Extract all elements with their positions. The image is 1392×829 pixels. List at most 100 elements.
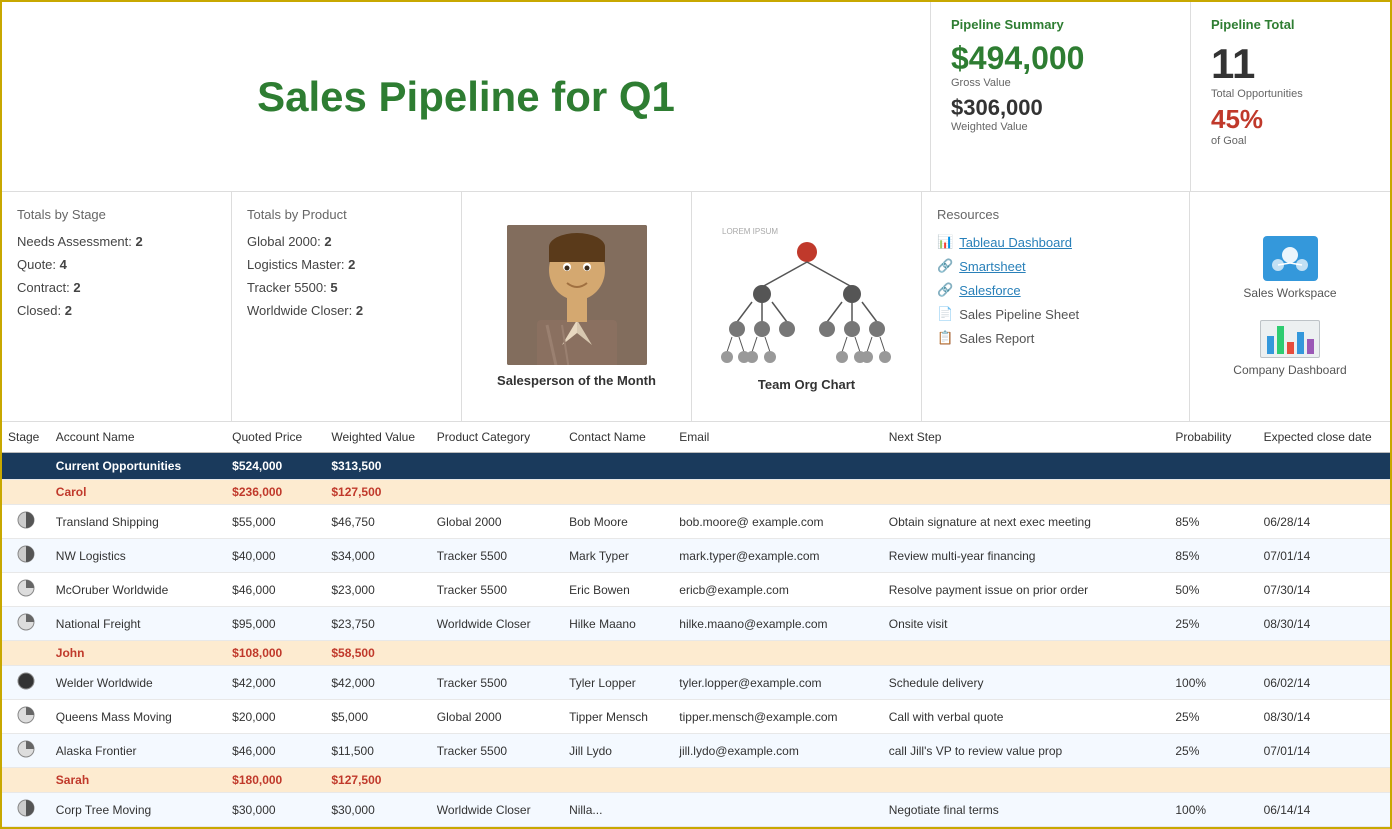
table-row: McOruber Worldwide $46,000 $23,000 Track… <box>2 573 1390 607</box>
row-account: Queens Mass Moving <box>50 700 226 734</box>
row-nextstep: Schedule delivery <box>883 666 1170 700</box>
salesforce-link[interactable]: Salesforce <box>959 283 1020 298</box>
row-product: Tracker 5500 <box>431 539 563 573</box>
row-email: bob.moore@ example.com <box>673 505 882 539</box>
sp-quoted: $180,000 <box>226 768 325 793</box>
salesperson-label: Salesperson of the Month <box>497 373 656 388</box>
resource-smartsheet[interactable]: 🔗 Smartsheet <box>937 258 1174 274</box>
resource-tableau[interactable]: 📊 Tableau Dashboard <box>937 234 1174 250</box>
row-probability: 25% <box>1169 734 1257 768</box>
pipeline-total-box: Pipeline Total 11 Total Opportunities 45… <box>1190 2 1390 191</box>
col-header-nextstep: Next Step <box>883 422 1170 453</box>
report-icon: 📋 <box>937 330 953 346</box>
row-close-date: 06/02/14 <box>1258 666 1390 700</box>
sp-stage <box>2 641 50 666</box>
row-weighted: $5,000 <box>325 700 430 734</box>
salesperson-photo <box>507 225 647 365</box>
totals-product-title: Totals by Product <box>247 207 446 222</box>
row-email: hilke.maano@example.com <box>673 607 882 641</box>
row-product: Tracker 5500 <box>431 573 563 607</box>
resources-title: Resources <box>937 207 1174 222</box>
row-contact: Tipper Mensch <box>563 700 673 734</box>
row-quoted: $40,000 <box>226 539 325 573</box>
totals-by-stage: Totals by Stage Needs Assessment: 2 Quot… <box>2 192 232 421</box>
row-quoted: $20,000 <box>226 700 325 734</box>
row-email: tipper.mensch@example.com <box>673 700 882 734</box>
page-title: Sales Pipeline for Q1 <box>257 73 675 121</box>
table-row: Transland Shipping $55,000 $46,750 Globa… <box>2 505 1390 539</box>
row-probability: 85% <box>1169 539 1257 573</box>
row-email: jill.lydo@example.com <box>673 734 882 768</box>
salesforce-icon: 🔗 <box>937 282 953 298</box>
sp-account: John <box>50 641 226 666</box>
company-dashboard-label: Company Dashboard <box>1233 363 1346 377</box>
row-account: Corp Tree Moving <box>50 793 226 827</box>
row-close-date: 08/30/14 <box>1258 607 1390 641</box>
row-account: Transland Shipping <box>50 505 226 539</box>
org-chart-box: LOREM IPSUM <box>692 192 922 421</box>
workspace-section[interactable]: Sales Workspace <box>1243 236 1336 300</box>
product-logistics-master: Logistics Master: 2 <box>247 257 446 272</box>
sp-stage <box>2 480 50 505</box>
col-header-product: Product Category <box>431 422 563 453</box>
row-account: Alaska Frontier <box>50 734 226 768</box>
row-weighted: $30,000 <box>325 793 430 827</box>
stage-closed: Closed: 2 <box>17 303 216 318</box>
row-nextstep: Resolve payment issue on prior order <box>883 573 1170 607</box>
table-row: Alaska Frontier $46,000 $11,500 Tracker … <box>2 734 1390 768</box>
product-worldwide-closer: Worldwide Closer: 2 <box>247 303 446 318</box>
row-weighted: $23,000 <box>325 573 430 607</box>
row-contact: Mark Typer <box>563 539 673 573</box>
row-contact: Nilla... <box>563 793 673 827</box>
dashboard: Sales Pipeline for Q1 Pipeline Summary $… <box>0 0 1392 829</box>
row-stage-icon <box>2 505 50 539</box>
row-quoted: $46,000 <box>226 734 325 768</box>
tableau-link[interactable]: Tableau Dashboard <box>959 235 1072 250</box>
sp-quoted: $108,000 <box>226 641 325 666</box>
table-row: John $108,000 $58,500 <box>2 641 1390 666</box>
col-header-email: Email <box>673 422 882 453</box>
resource-salesforce[interactable]: 🔗 Salesforce <box>937 282 1174 298</box>
row-contact: Eric Bowen <box>563 573 673 607</box>
col-header-contact: Contact Name <box>563 422 673 453</box>
table-row: Queens Mass Moving $20,000 $5,000 Global… <box>2 700 1390 734</box>
row-probability: 85% <box>1169 505 1257 539</box>
row-contact: Tyler Lopper <box>563 666 673 700</box>
col-header-close: Expected close date <box>1258 422 1390 453</box>
row-email: mark.typer@example.com <box>673 539 882 573</box>
svg-text:LOREM IPSUM: LOREM IPSUM <box>722 227 778 236</box>
gross-value: $494,000 <box>951 40 1170 77</box>
row-nextstep: Review multi-year financing <box>883 539 1170 573</box>
table-row: Corp Tree Moving $30,000 $30,000 Worldwi… <box>2 793 1390 827</box>
row-close-date: 08/30/14 <box>1258 700 1390 734</box>
row-account: Welder Worldwide <box>50 666 226 700</box>
middle-row: Totals by Stage Needs Assessment: 2 Quot… <box>2 192 1390 422</box>
row-stage-icon <box>2 700 50 734</box>
row-probability: 100% <box>1169 793 1257 827</box>
row-probability: 25% <box>1169 700 1257 734</box>
stage-contract: Contract: 2 <box>17 280 216 295</box>
row-quoted: $95,000 <box>226 607 325 641</box>
row-close-date: 06/28/14 <box>1258 505 1390 539</box>
chart-icon: 📊 <box>937 234 953 250</box>
gross-label: Gross Value <box>951 77 1170 89</box>
goal-label: of Goal <box>1211 135 1370 147</box>
row-weighted: $23,750 <box>325 607 430 641</box>
sp-weighted: $127,500 <box>325 768 430 793</box>
resources-box: Resources 📊 Tableau Dashboard 🔗 Smartshe… <box>922 192 1190 421</box>
total-opportunities: 11 <box>1211 40 1370 88</box>
table-row: Current Opportunities $524,000 $313,500 <box>2 453 1390 480</box>
row-nextstep: Negotiate final terms <box>883 793 1170 827</box>
col-header-weighted: Weighted Value <box>325 422 430 453</box>
smartsheet-link[interactable]: Smartsheet <box>959 259 1025 274</box>
row-weighted: $42,000 <box>325 666 430 700</box>
resource-pipeline-sheet: 📄 Sales Pipeline Sheet <box>937 306 1174 322</box>
company-dashboard-section[interactable]: Company Dashboard <box>1233 320 1346 377</box>
row-stage-icon <box>2 607 50 641</box>
row-stage-icon <box>2 734 50 768</box>
pipeline-total-title: Pipeline Total <box>1211 17 1370 32</box>
row-email: ericb@example.com <box>673 573 882 607</box>
group-account: Current Opportunities <box>50 453 226 480</box>
header-title-area: Sales Pipeline for Q1 <box>2 2 930 191</box>
company-dashboard-icon <box>1260 320 1320 358</box>
